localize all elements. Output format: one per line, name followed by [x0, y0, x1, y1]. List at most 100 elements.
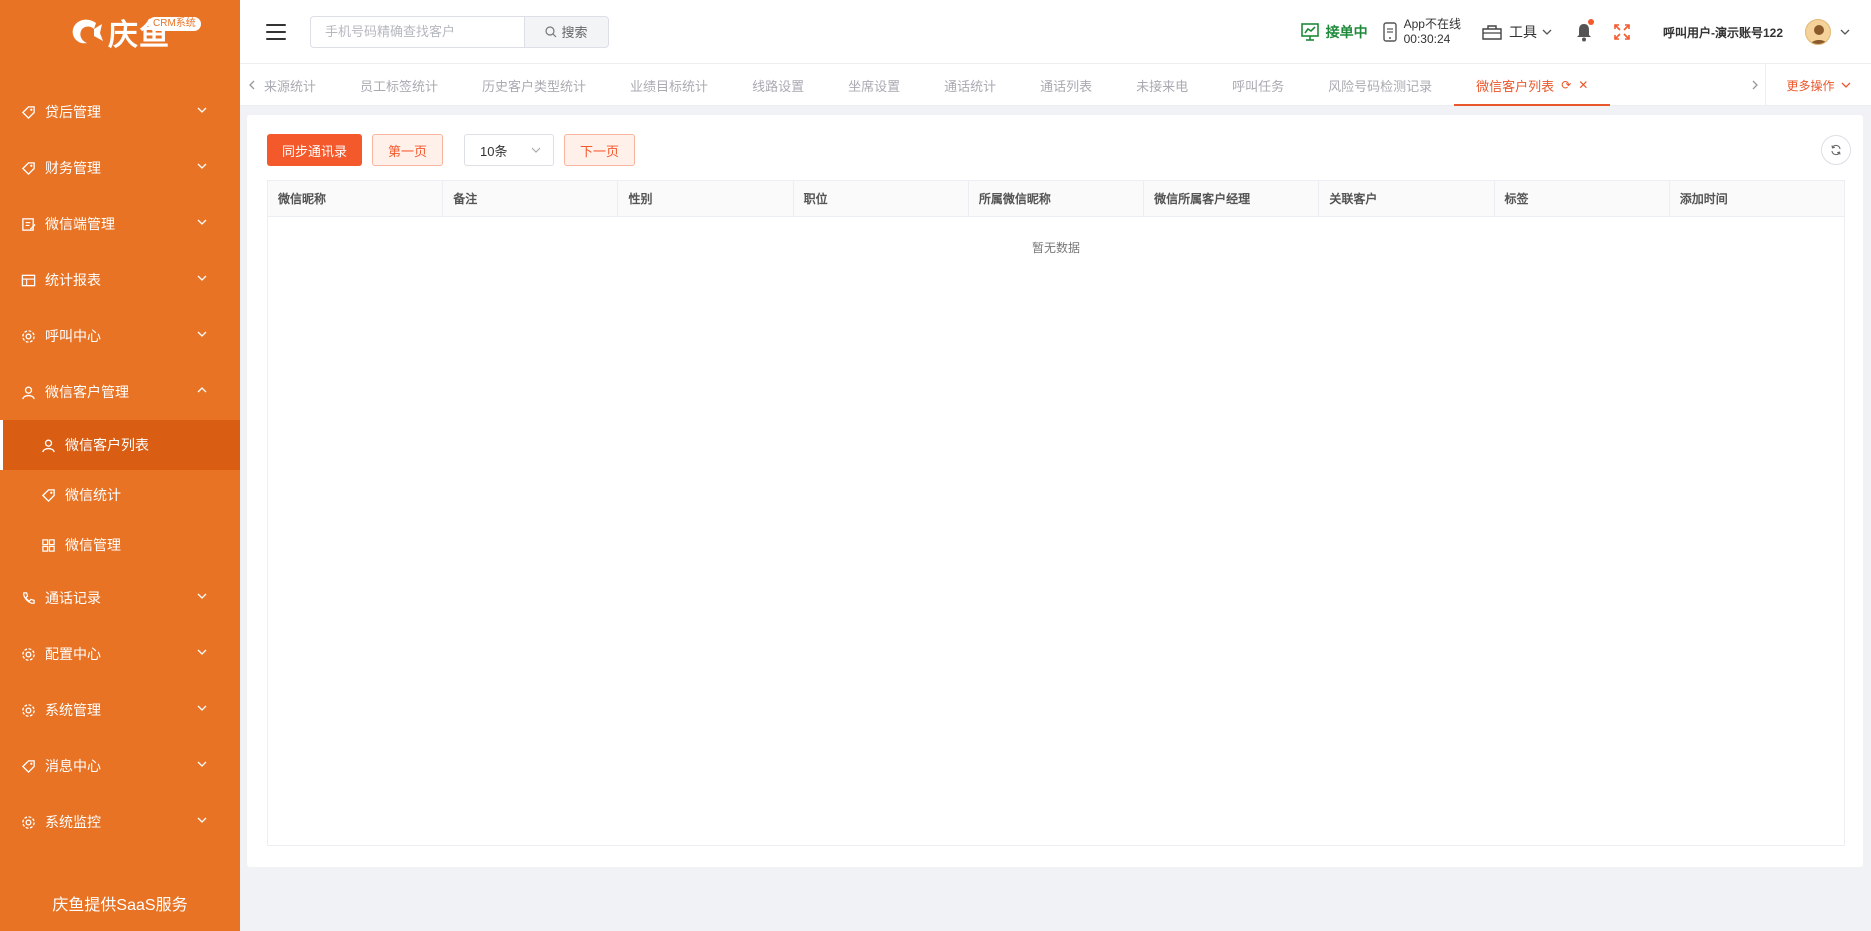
sidebar-subitem-label: 微信统计	[65, 487, 121, 503]
tab-item[interactable]: 呼叫任务	[1210, 64, 1306, 106]
table-empty-text: 暂无数据	[1031, 241, 1080, 255]
refresh-icon	[1831, 144, 1841, 156]
tab-close-icon[interactable]: ✕	[1578, 78, 1588, 92]
sidebar-subitem[interactable]: 微信客户列表	[0, 420, 240, 470]
tab-item[interactable]: 线路设置	[730, 64, 826, 106]
refresh-button[interactable]	[1821, 135, 1851, 165]
tab-label: 坐席设置	[848, 78, 901, 94]
tab-scroll-right[interactable]	[1745, 64, 1765, 106]
sidebar-item[interactable]: 财务管理	[0, 140, 240, 196]
logo[interactable]: 庆鱼 CRM系统	[0, 0, 240, 64]
sidebar-subitem[interactable]: 微信管理	[0, 520, 240, 570]
top-header: 搜索 接单中 App不在线 00:30:24 工具 呼叫用户-演示账号12	[240, 0, 1871, 64]
sidebar-subitem[interactable]: 微信统计	[0, 470, 240, 520]
page-size-select[interactable]: 10条	[464, 134, 555, 166]
phone-icon	[22, 591, 35, 604]
tab-scroll-left[interactable]	[242, 64, 262, 106]
header-actions: 接单中 App不在线 00:30:24 工具 呼叫用户-演示账号122	[1300, 0, 1871, 64]
content-card: 同步通讯录 第一页 10条 下一页 微信昵称 备注 性别 职位 所属微信昵称 微信所属客户…	[247, 115, 1863, 867]
phone-icon-wrap	[20, 590, 36, 606]
sidebar-item-label: 通话记录	[45, 590, 101, 606]
tab-item[interactable]: 来源统计	[264, 64, 338, 106]
app-status[interactable]: App不在线 00:30:24	[1382, 17, 1461, 47]
tab-label: 线路设置	[752, 78, 805, 94]
customer-search: 搜索	[310, 15, 609, 48]
sidebar-item[interactable]: 系统监控	[0, 794, 240, 850]
sidebar-item[interactable]: 配置中心	[0, 626, 240, 682]
tab-item[interactable]: 通话统计	[922, 64, 1018, 106]
sidebar-item[interactable]: 统计报表	[0, 252, 240, 308]
more-operations-label: 更多操作	[1786, 78, 1835, 93]
next-page-button[interactable]: 下一页	[564, 134, 636, 166]
tab-refresh-icon[interactable]: ⟳	[1561, 78, 1571, 92]
tab-item[interactable]: 历史客户类型统计	[460, 64, 608, 106]
tab-label: 历史客户类型统计	[482, 78, 587, 94]
sidebar: 庆鱼 CRM系统 贷后管理 财务管理 微信端管理 统计报表 呼叫中心 微信客户管…	[0, 0, 240, 931]
tab-item[interactable]: 风险号码检测记录	[1306, 64, 1454, 106]
tab-item[interactable]: 通话列表	[1018, 64, 1114, 106]
tab-label: 微信客户列表	[1476, 78, 1555, 94]
chevron-down-icon	[197, 107, 207, 113]
sidebar-menu: 贷后管理 财务管理 微信端管理 统计报表 呼叫中心 微信客户管理 微信客户列表 …	[0, 84, 240, 850]
sidebar-item[interactable]: 微信端管理	[0, 196, 240, 252]
sidebar-item-label: 配置中心	[45, 646, 101, 662]
tab-item[interactable]: 未接来电	[1114, 64, 1210, 106]
fish-logo-icon	[72, 19, 103, 44]
sidebar-item[interactable]: 系统管理	[0, 682, 240, 738]
chevron-down-icon	[197, 163, 207, 169]
table-column-header: 标签	[1495, 181, 1670, 216]
gear-icon	[21, 329, 35, 343]
table-column-header: 备注	[443, 181, 619, 216]
more-operations-dropdown[interactable]: 更多操作	[1765, 64, 1871, 106]
tag-icon-wrap	[20, 160, 36, 176]
menu-toggle-icon[interactable]	[266, 23, 286, 40]
user-menu[interactable]: 呼叫用户-演示账号122	[1663, 19, 1851, 45]
chevron-down-icon	[197, 649, 207, 655]
search-button[interactable]: 搜索	[524, 15, 609, 48]
table-column-header: 微信所属客户经理	[1144, 181, 1320, 216]
sidebar-item[interactable]: 消息中心	[0, 738, 240, 794]
notification-dot	[1587, 19, 1594, 25]
tools-label: 工具	[1508, 24, 1537, 40]
sidebar-subitem-label: 微信管理	[65, 537, 121, 553]
tab-item[interactable]: 员工标签统计	[338, 64, 460, 106]
fullscreen-button[interactable]	[1613, 23, 1631, 41]
sidebar-subitem-label: 微信客户列表	[65, 437, 149, 453]
search-button-label: 搜索	[561, 25, 588, 40]
app-status-label: App不在线	[1403, 17, 1461, 31]
table-column-header: 微信昵称	[268, 181, 444, 216]
tab-item[interactable]: 坐席设置	[826, 64, 922, 106]
toolbox-icon	[1482, 25, 1502, 40]
tab-label: 业绩目标统计	[630, 78, 709, 94]
sidebar-footer: 庆鱼提供SaaS服务	[52, 897, 188, 914]
tab-item[interactable]: 微信客户列表 ⟳ ✕	[1454, 64, 1611, 106]
tools-dropdown[interactable]: 工具	[1481, 22, 1553, 42]
wechat-customer-table: 微信昵称 备注 性别 职位 所属微信昵称 微信所属客户经理 关联客户 标签 添加时间 暂无数据	[267, 180, 1845, 846]
sidebar-item[interactable]: 贷后管理	[0, 84, 240, 140]
sidebar-item[interactable]: 呼叫中心	[0, 308, 240, 364]
brand-badge: CRM系统	[148, 17, 201, 31]
grid-icon-wrap	[40, 537, 56, 553]
sidebar-item[interactable]: 通话记录	[0, 570, 240, 626]
tag-icon	[21, 105, 35, 119]
sidebar-item[interactable]: 微信客户管理	[0, 364, 240, 420]
notifications-button[interactable]	[1575, 19, 1594, 42]
chevron-right-icon	[1752, 80, 1758, 90]
chevron-down-icon	[197, 705, 207, 711]
user-icon-wrap	[40, 437, 56, 453]
gear-icon	[21, 703, 35, 717]
tab-item[interactable]: 业绩目标统计	[608, 64, 730, 106]
table-icon-wrap	[20, 272, 36, 288]
tag-icon	[21, 759, 35, 773]
first-page-button[interactable]: 第一页	[372, 134, 444, 166]
tab-label: 未接来电	[1136, 78, 1189, 94]
order-status-toggle[interactable]: 接单中	[1300, 22, 1368, 42]
page-size-value: 10条	[480, 143, 508, 159]
sync-contacts-button[interactable]: 同步通讯录	[267, 134, 363, 166]
sidebar-item-label: 呼叫中心	[45, 328, 101, 344]
search-input[interactable]	[310, 15, 524, 48]
gear-icon-wrap	[20, 646, 36, 662]
user-icon-wrap	[20, 384, 36, 400]
bell-icon	[1576, 24, 1591, 42]
avatar-user-icon	[1810, 25, 1828, 44]
